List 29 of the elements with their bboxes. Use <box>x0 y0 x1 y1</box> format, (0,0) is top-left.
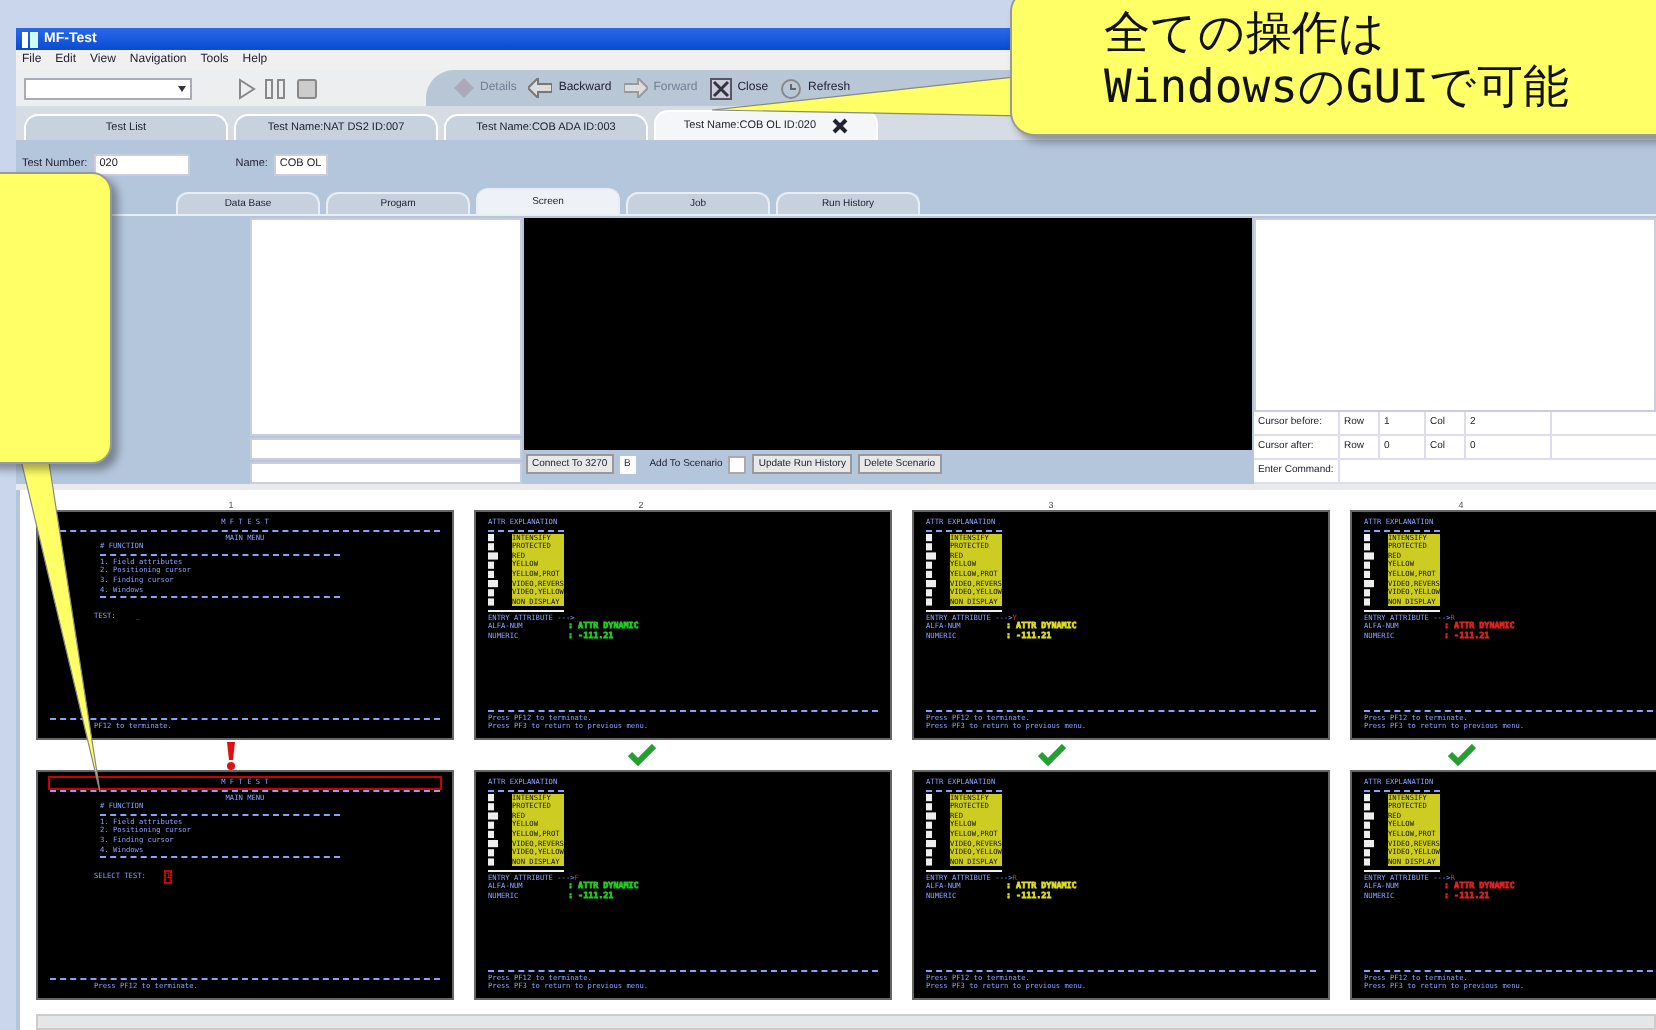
close-icon[interactable] <box>832 118 849 134</box>
input-field[interactable] <box>250 462 522 484</box>
dropdown-field[interactable] <box>24 77 192 99</box>
screen-thumbnail[interactable] <box>474 770 892 1000</box>
left-arrow-icon <box>528 78 553 98</box>
screen-thumbnail[interactable] <box>912 510 1330 740</box>
checkbox[interactable] <box>728 455 747 473</box>
callout: 全ての操作は WindowsのGUIで可能 <box>1010 0 1656 136</box>
screen-thumbnail[interactable] <box>1350 510 1656 740</box>
close-icon <box>709 77 732 99</box>
attribute-bars-drawing <box>926 533 938 608</box>
caret-icon <box>178 85 186 91</box>
refresh-icon <box>780 77 803 99</box>
attribute-bars-drawing <box>488 533 500 608</box>
screen-thumbnail[interactable] <box>474 510 892 740</box>
diamond-icon <box>454 78 474 98</box>
pause-icon[interactable] <box>264 77 288 99</box>
attribute-bars-drawing <box>926 793 938 868</box>
screen-thumbnail[interactable] <box>912 770 1330 1000</box>
stop-icon[interactable] <box>296 77 318 99</box>
screen-thumbnail[interactable] <box>1350 770 1656 1000</box>
scrollbar[interactable] <box>36 1014 1656 1030</box>
play-icon[interactable] <box>236 77 256 99</box>
attribute-bars-drawing <box>1364 793 1376 868</box>
attribute-bars-drawing <box>1364 533 1376 608</box>
input-field[interactable] <box>250 438 522 461</box>
attribute-bars-drawing <box>488 793 500 868</box>
app-icon <box>22 31 38 47</box>
right-arrow-icon <box>623 78 648 98</box>
